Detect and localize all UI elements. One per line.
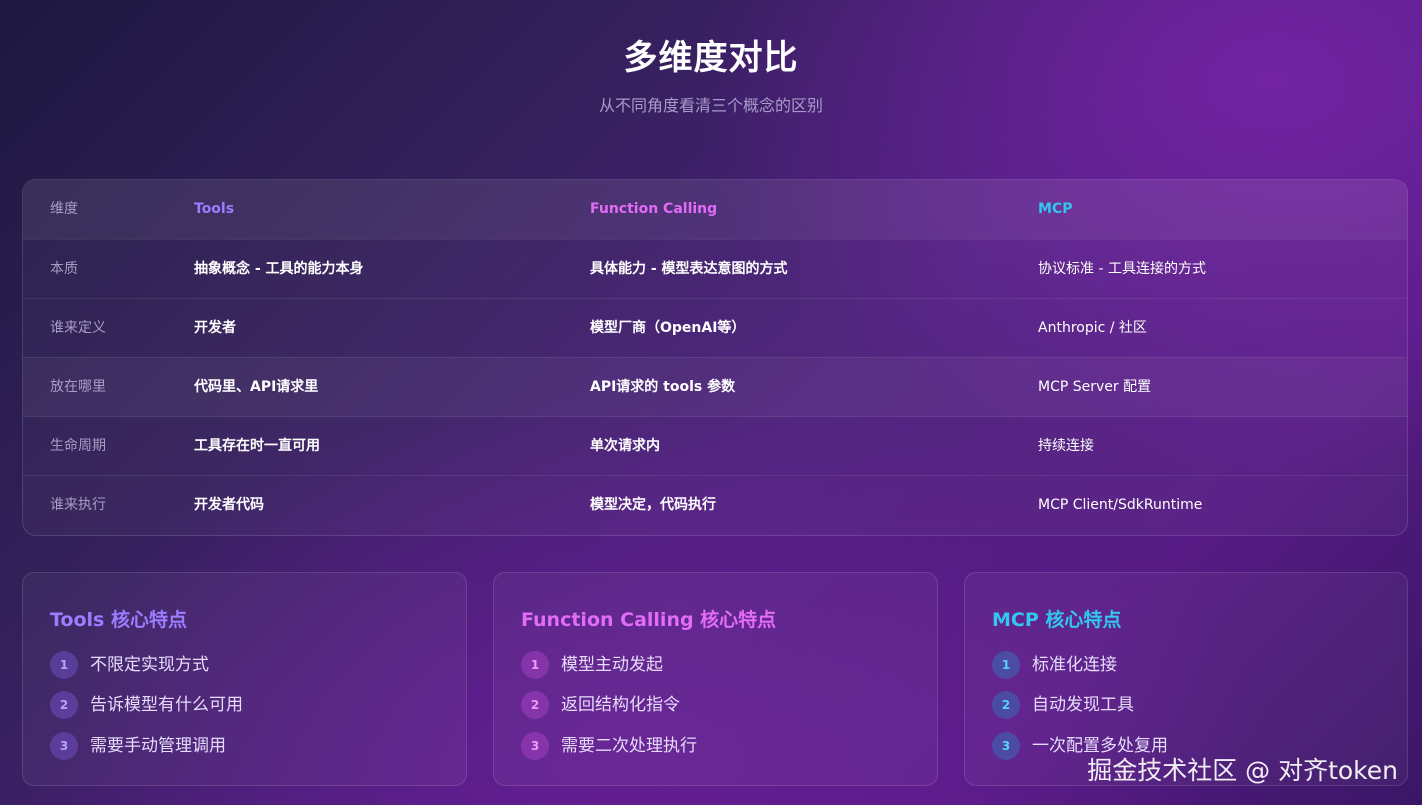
list-item-text: 告诉模型有什么可用	[90, 695, 243, 715]
list-item: 2 自动发现工具	[992, 691, 1392, 719]
table-row: 生命周期 工具存在时一直可用 单次请求内 持续连接	[23, 416, 1407, 476]
function-calling-cell: 模型决定，代码执行	[590, 497, 716, 513]
number-badge: 3	[521, 732, 549, 760]
list-item: 1 标准化连接	[992, 651, 1392, 679]
list-item: 3 需要二次处理执行	[521, 732, 921, 760]
list-item-text: 需要二次处理执行	[561, 736, 697, 756]
dimension-cell: 谁来执行	[50, 497, 106, 513]
list-item: 2 返回结构化指令	[521, 691, 921, 719]
function-calling-cell: 单次请求内	[590, 438, 660, 454]
list-item: 3 需要手动管理调用	[50, 732, 450, 760]
table-row: 谁来执行 开发者代码 模型决定，代码执行 MCP Client/SdkRunti…	[23, 475, 1407, 535]
dimension-cell: 放在哪里	[50, 379, 106, 395]
column-header-tools: Tools	[194, 201, 235, 217]
function-calling-cell: 具体能力 - 模型表达意图的方式	[590, 261, 788, 277]
column-header-mcp: MCP	[1038, 201, 1073, 217]
number-badge: 2	[50, 691, 78, 719]
page-subtitle: 从不同角度看清三个概念的区别	[598, 96, 823, 115]
tools-cell: 抽象概念 - 工具的能力本身	[194, 261, 364, 277]
tools-cell: 开发者代码	[194, 497, 264, 513]
tools-features-panel: Tools 核心特点 1 不限定实现方式 2 告诉模型有什么可用 3 需要手动管…	[22, 572, 467, 786]
number-badge: 1	[521, 651, 549, 679]
panel-title: MCP 核心特点	[992, 609, 1122, 631]
table-row: 谁来定义 开发者 模型厂商（OpenAI等） Anthropic / 社区	[23, 298, 1407, 358]
column-header-function-calling: Function Calling	[590, 201, 718, 217]
number-badge: 1	[50, 651, 78, 679]
table-header-row: 维度 Tools Function Calling MCP	[23, 180, 1407, 239]
list-item-text: 自动发现工具	[1032, 695, 1134, 715]
mcp-cell: MCP Client/SdkRuntime	[1038, 497, 1203, 513]
comparison-table: 维度 Tools Function Calling MCP 本质 抽象概念 - …	[22, 179, 1408, 536]
panel-title: Function Calling 核心特点	[521, 609, 777, 631]
dimension-cell: 本质	[50, 261, 78, 277]
tools-cell: 开发者	[194, 320, 236, 336]
number-badge: 2	[992, 691, 1020, 719]
page-title: 多维度对比	[623, 38, 799, 78]
table-row: 放在哪里 代码里、API请求里 API请求的 tools 参数 MCP Serv…	[23, 357, 1407, 417]
number-badge: 3	[50, 732, 78, 760]
watermark: 掘金技术社区 @ 对齐token	[1087, 756, 1398, 785]
function-calling-cell: 模型厂商（OpenAI等）	[590, 320, 746, 336]
list-item-text: 不限定实现方式	[90, 655, 209, 675]
number-badge: 1	[992, 651, 1020, 679]
function-calling-cell: API请求的 tools 参数	[590, 379, 736, 395]
tools-cell: 代码里、API请求里	[194, 379, 319, 395]
list-item: 2 告诉模型有什么可用	[50, 691, 450, 719]
column-header-dimension: 维度	[50, 201, 78, 217]
mcp-cell: Anthropic / 社区	[1038, 320, 1147, 336]
function-calling-features-panel: Function Calling 核心特点 1 模型主动发起 2 返回结构化指令…	[493, 572, 938, 786]
mcp-cell: 持续连接	[1038, 438, 1094, 454]
list-item-text: 返回结构化指令	[561, 695, 680, 715]
panel-title: Tools 核心特点	[50, 609, 187, 631]
list-item: 1 模型主动发起	[521, 651, 921, 679]
list-item-text: 需要手动管理调用	[90, 736, 226, 756]
list-item-text: 模型主动发起	[561, 655, 663, 675]
list-item: 1 不限定实现方式	[50, 651, 450, 679]
table-row: 本质 抽象概念 - 工具的能力本身 具体能力 - 模型表达意图的方式 协议标准 …	[23, 239, 1407, 299]
number-badge: 2	[521, 691, 549, 719]
dimension-cell: 生命周期	[50, 438, 106, 454]
tools-cell: 工具存在时一直可用	[194, 438, 320, 454]
list-item-text: 标准化连接	[1032, 655, 1117, 675]
dimension-cell: 谁来定义	[50, 320, 106, 336]
mcp-cell: 协议标准 - 工具连接的方式	[1038, 261, 1206, 277]
mcp-cell: MCP Server 配置	[1038, 379, 1152, 395]
number-badge: 3	[992, 732, 1020, 760]
